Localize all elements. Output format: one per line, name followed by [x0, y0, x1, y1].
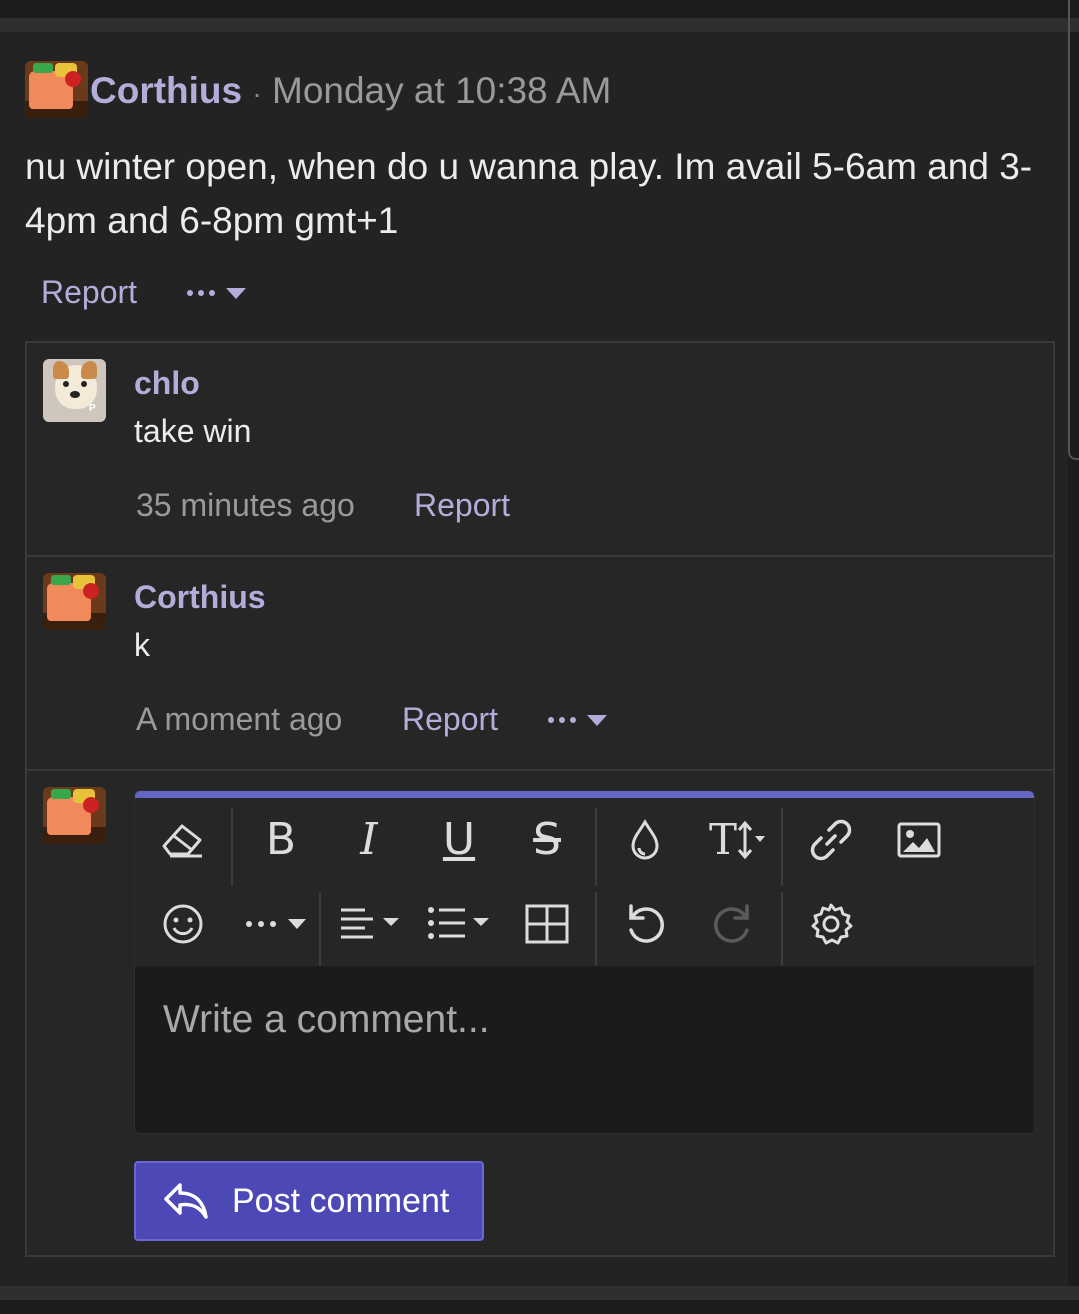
reply-icon	[162, 1179, 210, 1223]
underline-icon: U	[442, 814, 476, 865]
redo-icon[interactable]	[703, 894, 763, 954]
comment-author[interactable]: Corthius	[134, 579, 266, 616]
emoji-icon[interactable]	[153, 894, 213, 954]
bottom-divider	[0, 1286, 1079, 1300]
author-avatar[interactable]	[25, 61, 88, 118]
post-comment-label: Post comment	[232, 1181, 450, 1220]
undo-icon[interactable]	[615, 894, 675, 954]
comment-text: k	[134, 627, 150, 663]
comment-divider	[27, 769, 1053, 771]
post-body: nu winter open, when do u wanna play. Im…	[25, 146, 1033, 241]
current-user-avatar	[43, 787, 106, 844]
comment-report-link[interactable]: Report	[414, 487, 510, 524]
align-icon[interactable]	[335, 894, 409, 954]
top-divider	[0, 18, 1079, 32]
comment-author[interactable]: chlo	[134, 365, 200, 402]
image-icon[interactable]	[889, 810, 949, 870]
editor-toolbar: B I U S T	[135, 798, 1034, 970]
header-separator: ·	[252, 78, 262, 109]
link-icon[interactable]	[801, 810, 861, 870]
comment-text: take win	[134, 413, 252, 449]
post-header: Corthius · Monday at 10:38 AM	[90, 70, 611, 112]
eraser-icon[interactable]	[153, 810, 213, 870]
comment-report-link[interactable]: Report	[402, 701, 498, 738]
editor-focus-bar	[135, 791, 1034, 798]
more-options-icon	[548, 715, 607, 726]
commenter-avatar[interactable]	[43, 573, 106, 630]
comments-section: P chlo take win 35 minutes ago Report Co…	[25, 341, 1055, 1257]
text-size-icon: T	[708, 815, 737, 864]
post-date[interactable]: Monday at 10:38 AM	[272, 70, 611, 111]
strikethrough-icon: S	[533, 814, 561, 865]
post-comment-button[interactable]: Post comment	[134, 1161, 484, 1241]
bold-button[interactable]: B	[251, 810, 311, 870]
settings-icon[interactable]	[801, 894, 861, 954]
comment-input[interactable]: Write a comment...	[135, 966, 1034, 1133]
bold-icon: B	[265, 814, 297, 865]
list-icon[interactable]	[423, 894, 497, 954]
bottom-strip	[0, 1300, 1079, 1314]
post-report-link[interactable]: Report	[41, 274, 137, 311]
italic-button[interactable]: I	[339, 810, 399, 870]
text-color-icon[interactable]	[615, 810, 675, 870]
more-options-icon	[187, 288, 246, 299]
comment-item: Corthius k A moment ago Report	[27, 557, 1053, 769]
scrollbar[interactable]	[1068, 0, 1079, 460]
comment-item: P chlo take win 35 minutes ago Report	[27, 343, 1053, 555]
strikethrough-button[interactable]: S	[517, 810, 577, 870]
table-icon[interactable]	[517, 894, 577, 954]
comment-timestamp[interactable]: 35 minutes ago	[136, 487, 355, 524]
text-size-button[interactable]: T	[703, 810, 773, 870]
more-options-icon	[246, 919, 306, 929]
comment-more-menu[interactable]	[547, 711, 609, 731]
top-strip	[0, 0, 1079, 18]
comment-editor: B I U S T Write a comment...	[134, 790, 1035, 1134]
post-author[interactable]: Corthius	[90, 70, 242, 111]
post-more-menu[interactable]	[186, 284, 248, 304]
more-formatting-button[interactable]	[239, 894, 315, 954]
post-container: Corthius · Monday at 10:38 AM nu winter …	[0, 32, 1068, 1286]
comment-timestamp[interactable]: A moment ago	[136, 701, 342, 738]
underline-button[interactable]: U	[429, 810, 489, 870]
commenter-avatar[interactable]: P	[43, 359, 106, 422]
comment-placeholder: Write a comment...	[163, 998, 490, 1041]
italic-icon: I	[360, 814, 378, 865]
